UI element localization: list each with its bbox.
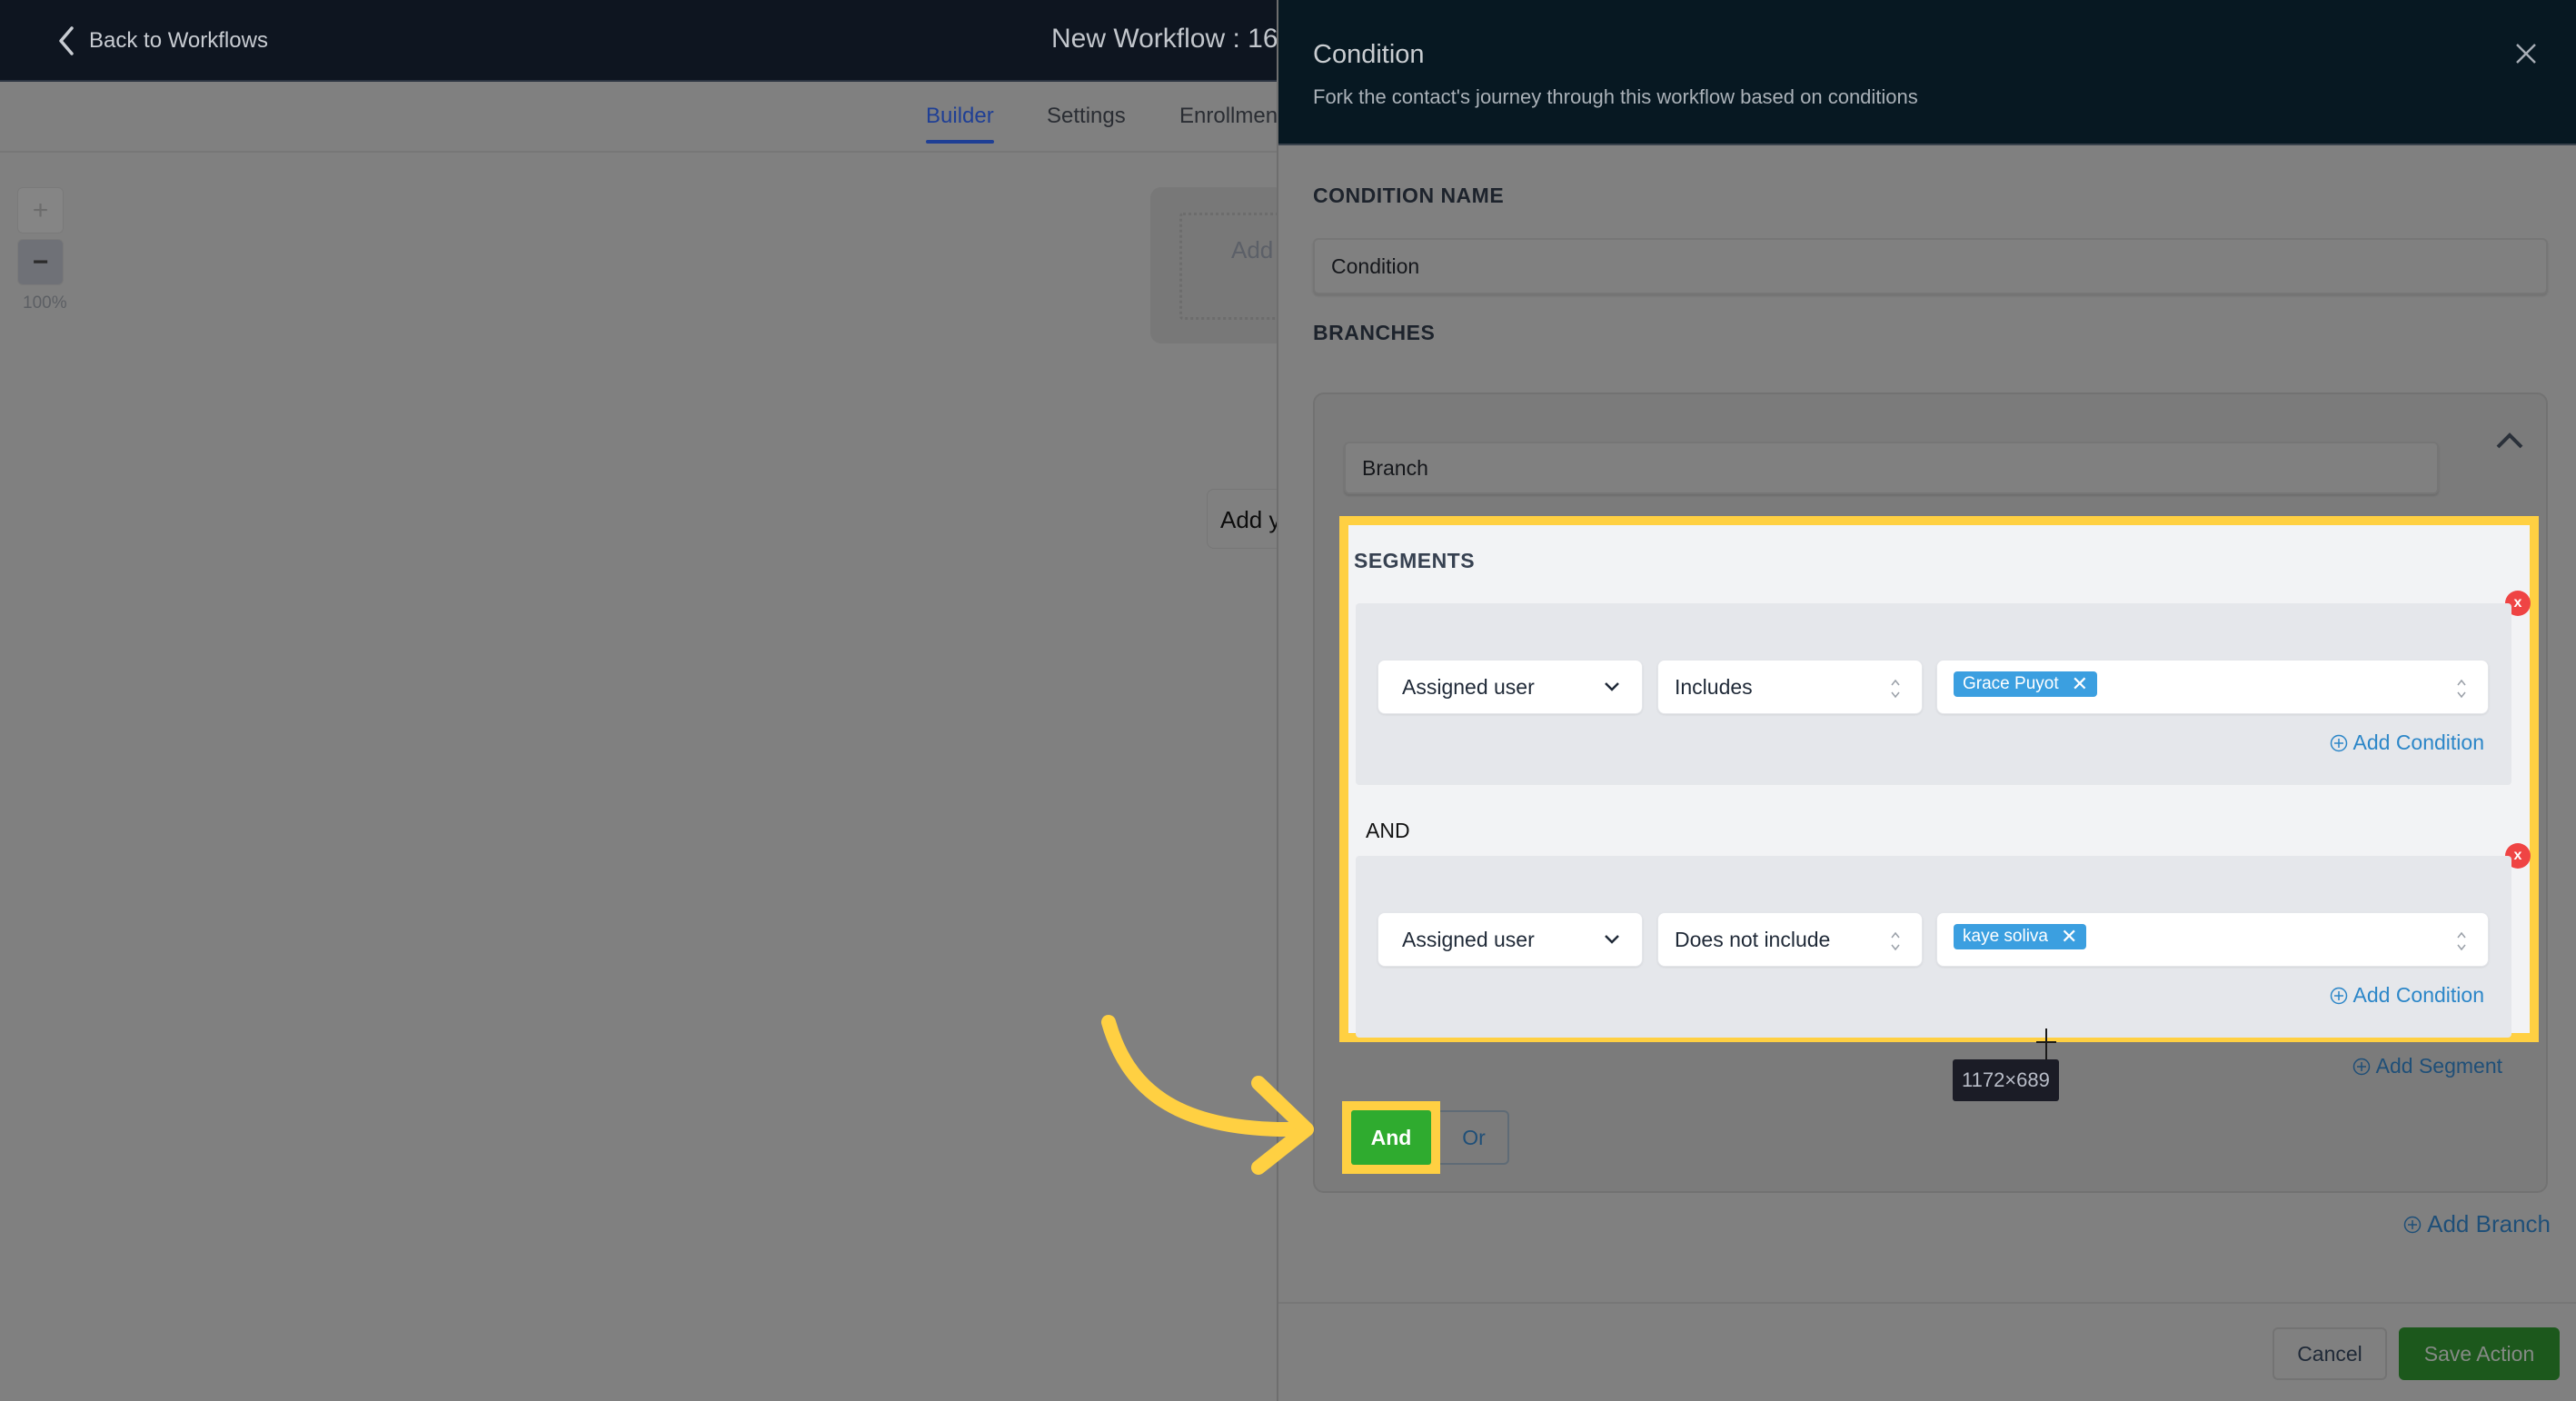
panel-subtitle: Fork the contact's journey through this …	[1313, 85, 1918, 108]
crosshair-cursor-h	[2036, 1041, 2056, 1043]
field-value: Assigned user	[1402, 674, 1535, 699]
footer-divider	[1278, 1302, 2576, 1304]
crosshair-cursor	[2045, 1028, 2047, 1061]
zoom-in-button[interactable]: +	[17, 187, 64, 234]
remove-tag-icon[interactable]: ✕	[2061, 927, 2077, 947]
chevron-up-icon[interactable]	[2494, 431, 2525, 451]
branch-name-input[interactable]: Branch	[1344, 442, 2439, 494]
add-segment-button[interactable]: Add Segment	[2352, 1054, 2502, 1078]
close-icon[interactable]	[2512, 40, 2540, 67]
operator-select[interactable]: Does not include	[1657, 912, 1923, 967]
add-condition-label: Add Condition	[2352, 730, 2485, 754]
chevron-left-icon	[59, 26, 74, 55]
add-condition-button[interactable]: Add Condition	[2330, 730, 2485, 755]
close-icon: x	[2513, 595, 2522, 611]
operator-value: Does not include	[1675, 927, 1831, 951]
condition-panel: Condition Fork the contact's journey thr…	[1277, 0, 2576, 1401]
sort-arrows-icon	[1891, 931, 1900, 951]
save-action-button[interactable]: Save Action	[2399, 1327, 2560, 1380]
value-multiselect[interactable]: kaye soliva ✕	[1936, 912, 2489, 967]
add-trigger-label: Add	[1231, 236, 1274, 263]
value-tag: kaye soliva ✕	[1954, 924, 2087, 949]
tab-enrollment[interactable]: Enrollmen	[1179, 104, 1278, 129]
panel-title: Condition	[1313, 40, 1425, 69]
segments-highlight: SEGMENTS x Assigned user Includes Grace …	[1339, 516, 2539, 1042]
operator-value: Includes	[1675, 674, 1753, 699]
tag-label: kaye soliva	[1963, 927, 2048, 946]
add-branch-label: Add Branch	[2427, 1210, 2551, 1237]
panel-header: Condition Fork the contact's journey thr…	[1278, 0, 2576, 145]
field-select[interactable]: Assigned user	[1378, 912, 1643, 967]
minus-icon: −	[32, 246, 49, 277]
add-step-label: Add y	[1220, 506, 1281, 533]
dimension-tooltip: 1172×689	[1953, 1059, 2059, 1101]
add-branch-button[interactable]: Add Branch	[2403, 1210, 2551, 1238]
tabs-bar: Builder Settings Enrollmen	[0, 84, 1278, 153]
sort-arrows-icon	[1891, 679, 1900, 699]
and-button[interactable]: And	[1351, 1110, 1431, 1165]
workflow-title: New Workflow : 16	[1051, 24, 1278, 54]
or-button[interactable]: Or	[1440, 1110, 1509, 1165]
branch-card: Branch SEGMENTS x Assigned user Includes…	[1313, 392, 2548, 1193]
add-segment-label: Add Segment	[2375, 1054, 2502, 1078]
tab-settings[interactable]: Settings	[1047, 104, 1126, 129]
field-select[interactable]: Assigned user	[1378, 660, 1643, 714]
plus-circle-icon	[2403, 1216, 2422, 1233]
plus-circle-icon	[2352, 1058, 2370, 1075]
sort-arrows-icon	[2457, 931, 2466, 951]
plus-icon: +	[32, 194, 49, 225]
branches-label: BRANCHES	[1313, 321, 1436, 344]
zoom-out-button[interactable]: −	[17, 239, 64, 285]
condition-name-input[interactable]: Condition	[1313, 238, 2548, 294]
field-value: Assigned user	[1402, 927, 1535, 951]
add-condition-label: Add Condition	[2352, 983, 2485, 1007]
plus-circle-icon	[2330, 734, 2347, 751]
condition-name-label: CONDITION NAME	[1313, 184, 1505, 207]
segment-connector: AND	[1366, 819, 1410, 842]
value-tag: Grace Puyot ✕	[1954, 671, 2098, 697]
and-highlight: And	[1342, 1101, 1440, 1174]
plus-circle-icon	[2330, 987, 2347, 1004]
tag-label: Grace Puyot	[1963, 674, 2059, 693]
segment: Assigned user Includes Grace Puyot ✕ Add…	[1356, 603, 2511, 785]
logic-toggle: And Or	[1342, 1101, 1509, 1174]
zoom-level: 100%	[23, 293, 67, 313]
close-icon: x	[2513, 848, 2522, 863]
operator-select[interactable]: Includes	[1657, 660, 1923, 714]
add-condition-button[interactable]: Add Condition	[2330, 983, 2485, 1008]
back-label: Back to Workflows	[89, 28, 268, 53]
cancel-button[interactable]: Cancel	[2273, 1327, 2387, 1380]
value-multiselect[interactable]: Grace Puyot ✕	[1936, 660, 2489, 714]
chevron-down-icon	[1605, 935, 1619, 944]
tab-builder[interactable]: Builder	[926, 104, 994, 144]
remove-tag-icon[interactable]: ✕	[2072, 674, 2088, 694]
back-to-workflows-link[interactable]: Back to Workflows	[56, 25, 268, 56]
sort-arrows-icon	[2457, 679, 2466, 699]
chevron-down-icon	[1605, 682, 1619, 691]
segment: Assigned user Does not include kaye soli…	[1356, 856, 2511, 1038]
segments-label: SEGMENTS	[1354, 549, 1476, 572]
